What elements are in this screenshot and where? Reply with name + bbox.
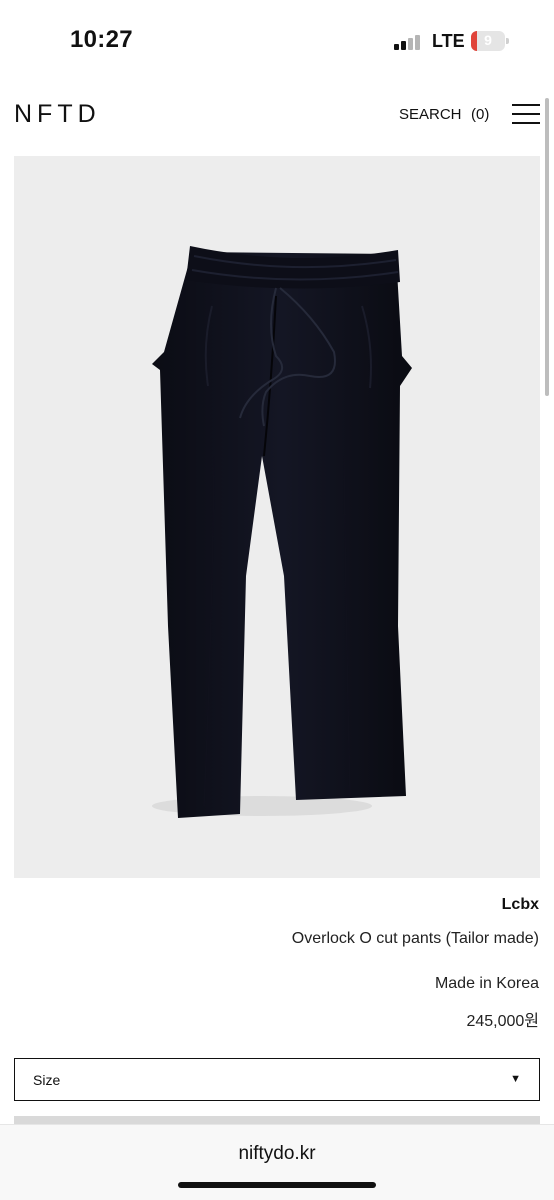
status-bar: 10:27 LTE 9 bbox=[0, 0, 554, 84]
pants-illustration bbox=[152, 246, 412, 818]
browser-url-bar[interactable]: niftydo.kr bbox=[0, 1124, 554, 1200]
battery-level: 9 bbox=[484, 32, 492, 48]
cellular-signal-icon bbox=[394, 34, 422, 50]
size-select-label: Size bbox=[33, 1072, 61, 1088]
search-link[interactable]: SEARCH bbox=[399, 106, 462, 123]
url-text[interactable]: niftydo.kr bbox=[0, 1143, 554, 1165]
network-type: LTE bbox=[432, 31, 465, 51]
site-header: NFTD SEARCH (0) bbox=[0, 84, 554, 148]
size-select[interactable]: Size ▼ bbox=[14, 1058, 540, 1101]
cart-link[interactable]: (0) bbox=[471, 106, 489, 123]
product-origin: Made in Korea bbox=[434, 975, 539, 992]
product-price: 245,000원 bbox=[466, 1013, 539, 1030]
home-indicator[interactable] bbox=[178, 1182, 376, 1188]
product-name: Overlock O cut pants (Tailor made) bbox=[291, 930, 539, 947]
product-brand[interactable]: Lcbx bbox=[502, 896, 539, 914]
site-logo[interactable]: NFTD bbox=[14, 100, 101, 129]
hamburger-menu-icon[interactable] bbox=[512, 104, 540, 124]
product-photo[interactable] bbox=[14, 156, 540, 878]
battery-charging-icon: 9 bbox=[471, 31, 509, 51]
scrollbar[interactable] bbox=[545, 98, 549, 396]
dropdown-arrow-icon: ▼ bbox=[510, 1073, 521, 1085]
status-time: 10:27 bbox=[70, 26, 133, 53]
